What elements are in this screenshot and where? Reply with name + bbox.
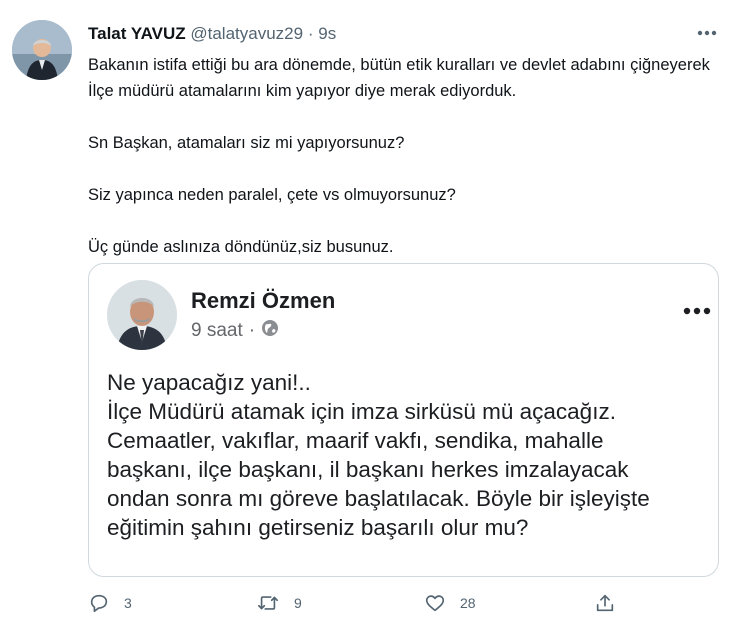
separator-dot: · [307, 24, 314, 43]
tweet-paragraph: Siz yapınca neden paralel, çete vs olmuy… [88, 186, 456, 204]
embedded-post-meta: 9 saat · [191, 319, 279, 343]
embedded-author-name: Remzi Özmen [191, 288, 336, 313]
like-count: 28 [460, 595, 476, 611]
retweet-icon[interactable] [256, 592, 280, 614]
author-handle[interactable]: @talatyavuz29 [190, 24, 303, 43]
tweet-time[interactable]: 9s [318, 24, 336, 43]
retweet-count: 9 [294, 595, 302, 611]
share-button[interactable] [594, 592, 616, 614]
tweet-paragraph: Bakanın istifa ettiği bu ara dönemde, bü… [88, 56, 710, 100]
attached-image[interactable]: Remzi Özmen 9 saat · Ne yapacağız yani!.… [88, 263, 719, 577]
more-icon[interactable] [696, 26, 718, 40]
tweet-header: Talat YAVUZ @talatyavuz29 · 9s [88, 24, 336, 44]
embedded-post-line: eğitimin şahını getirseniz başarılı olur… [107, 515, 529, 540]
embedded-post-line: İlçe Müdürü atamak için imza sirküsü mü … [107, 399, 616, 424]
share-icon[interactable] [594, 592, 616, 614]
embedded-author-avatar [107, 280, 177, 350]
embedded-post-line: Ne yapacağız yani!.. [107, 370, 311, 395]
tweet-paragraph: Üç günde aslınıza döndünüz,siz busunuz. [88, 238, 394, 256]
embedded-post-line: başkanı, ilçe başkanı, il başkanı herkes… [107, 457, 629, 482]
globe-icon [261, 319, 279, 343]
embedded-post-time: 9 saat [191, 320, 243, 341]
reply-button[interactable]: 3 [88, 592, 132, 614]
reply-count: 3 [124, 595, 132, 611]
retweet-button[interactable]: 9 [256, 592, 302, 614]
embedded-post-line: Cemaatler, vakıflar, maarif vakfı, sendi… [107, 428, 604, 453]
separator-dot: · [248, 320, 256, 341]
author-avatar[interactable] [12, 20, 72, 80]
reply-icon[interactable] [88, 592, 110, 614]
like-button[interactable]: 28 [424, 592, 476, 614]
tweet-text: Bakanın istifa ettiği bu ara dönemde, bü… [88, 52, 718, 260]
tweet-paragraph: Sn Başkan, atamaları siz mi yapıyorsunuz… [88, 134, 405, 152]
tweet: Talat YAVUZ @talatyavuz29 · 9s Bakanın i… [0, 0, 740, 631]
like-icon[interactable] [424, 592, 446, 614]
author-name[interactable]: Talat YAVUZ [88, 24, 186, 43]
embedded-post-text: Ne yapacağız yani!.. İlçe Müdürü atamak … [107, 368, 717, 542]
embedded-post-line: ondan sonra mı göreve başlatılacak. Böyl… [107, 486, 650, 511]
tweet-actions: 3 9 28 [88, 592, 628, 618]
more-icon [682, 304, 712, 316]
